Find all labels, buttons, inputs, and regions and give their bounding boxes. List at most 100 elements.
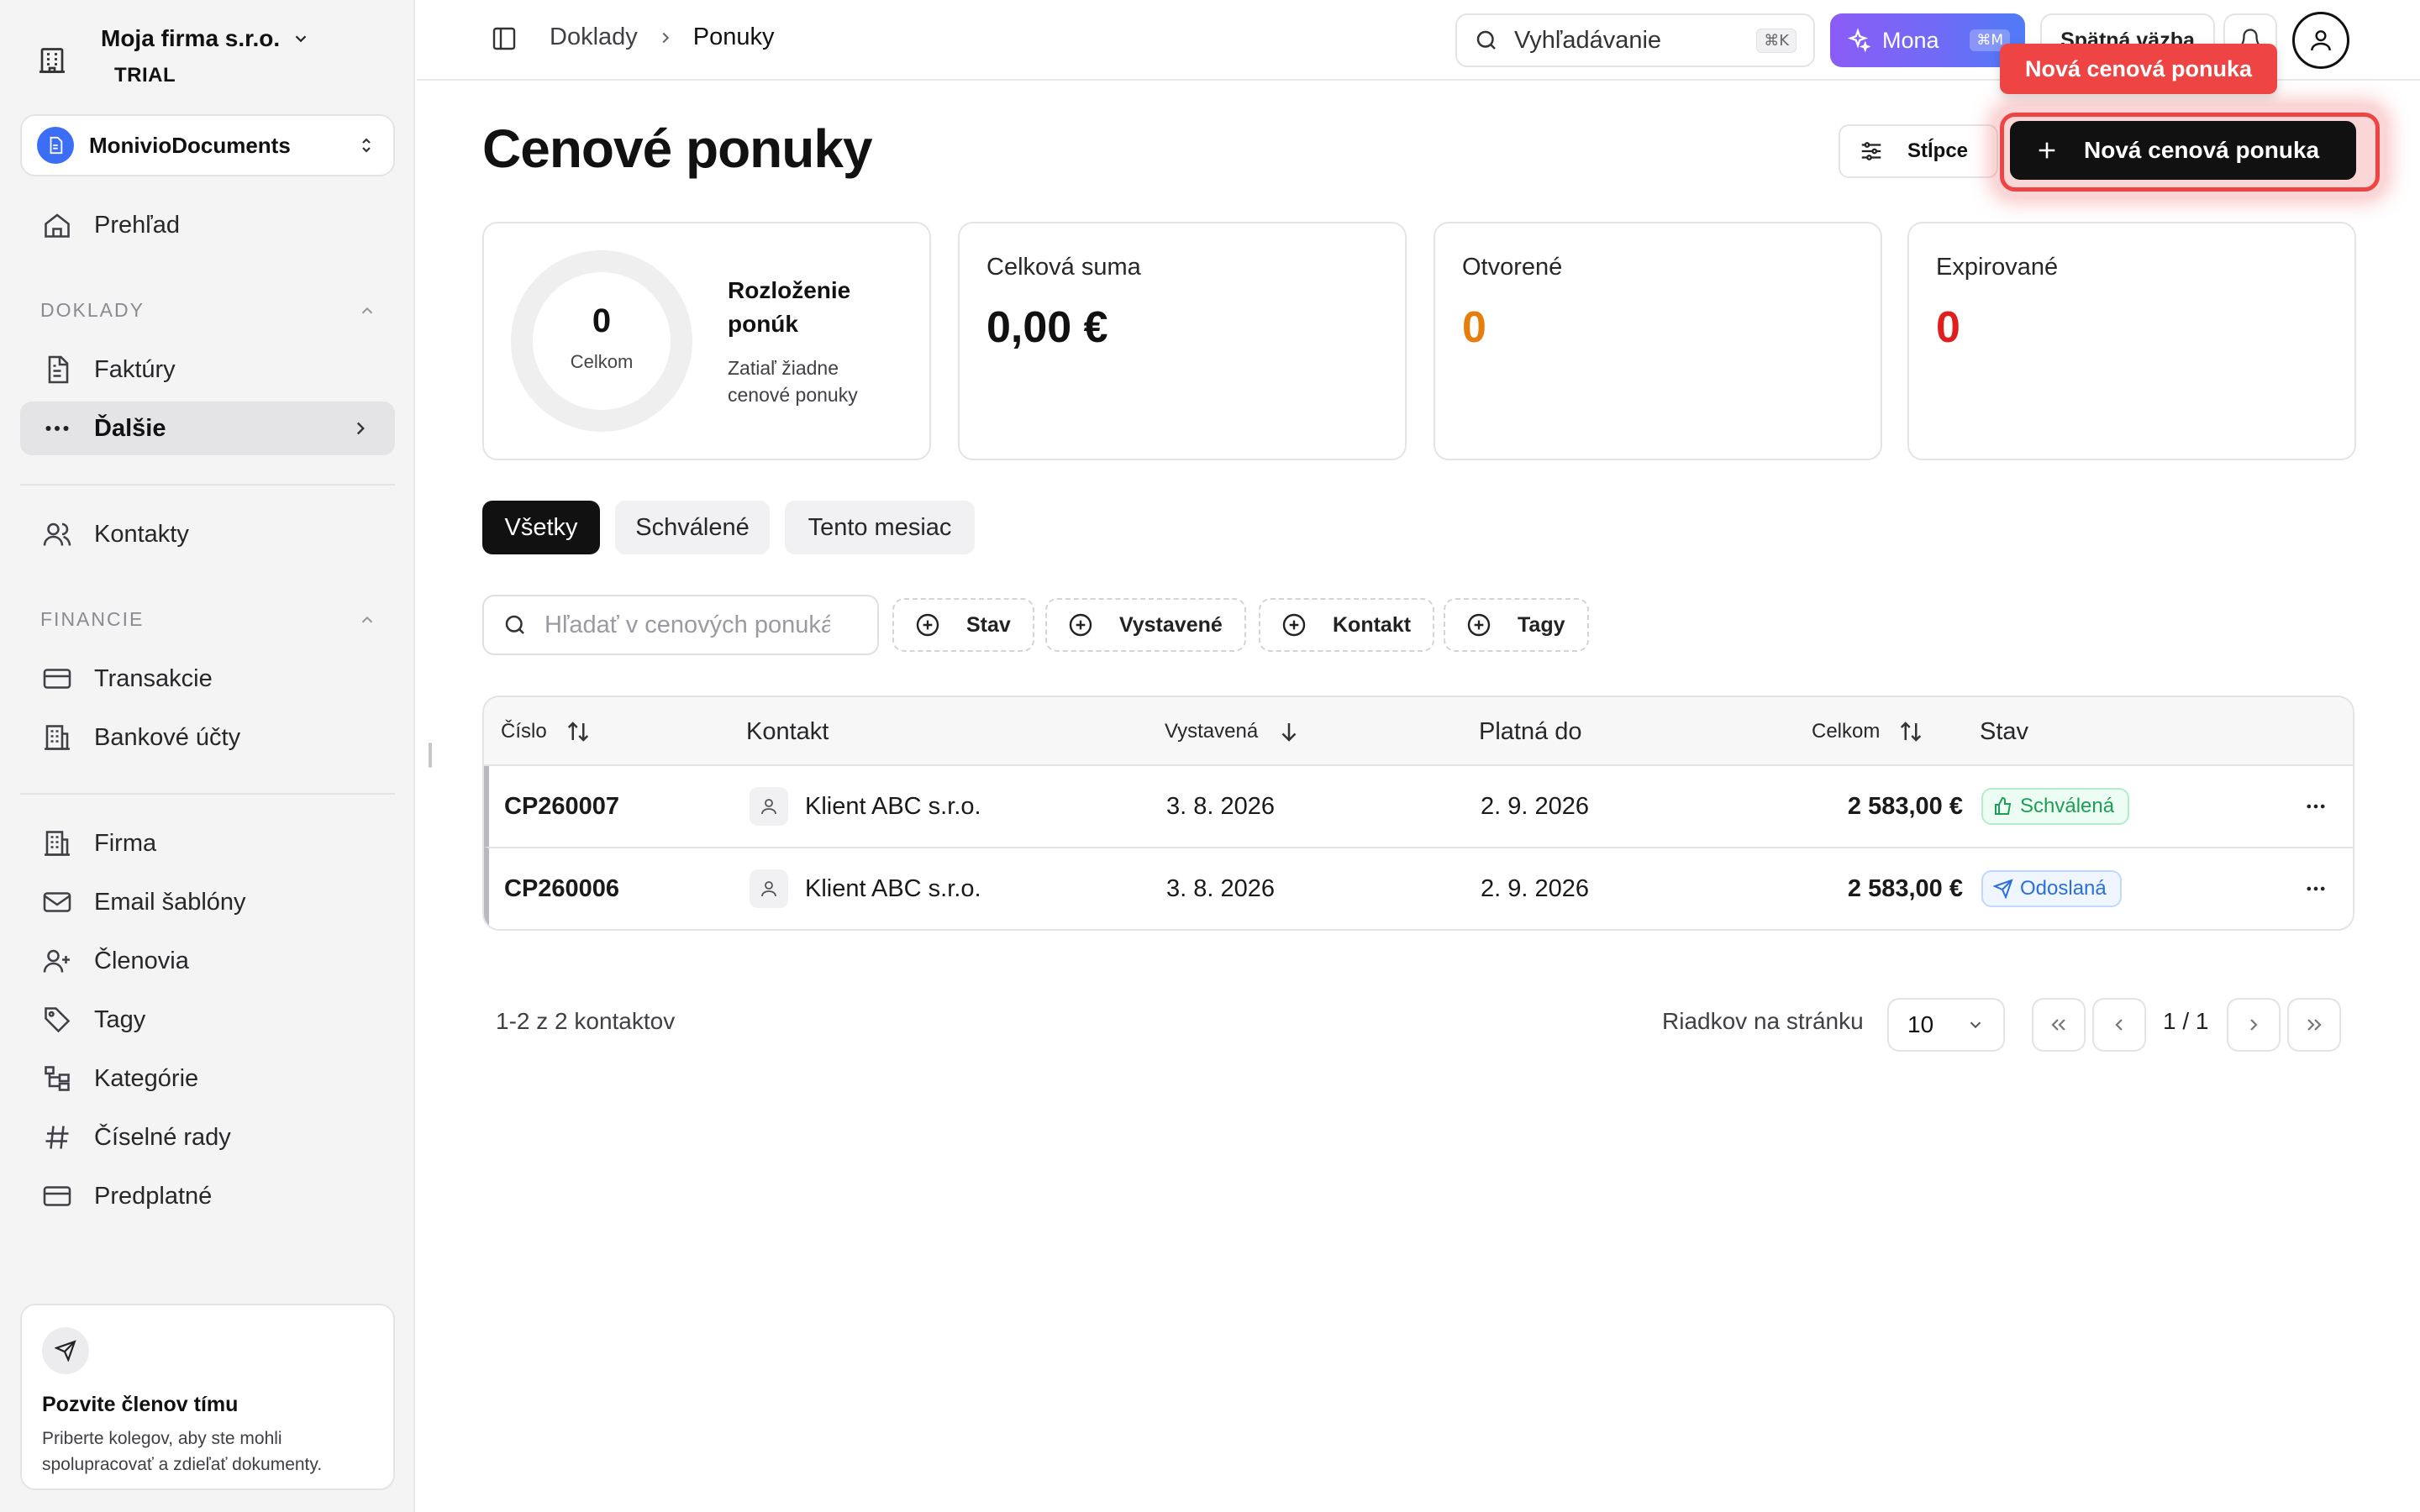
building-icon bbox=[40, 827, 74, 860]
column-header-issued[interactable]: Vystavená bbox=[1165, 697, 1302, 766]
quote-search-input[interactable] bbox=[544, 611, 830, 639]
sidebar-item-transactions[interactable]: Transakcie bbox=[20, 652, 395, 706]
users-icon bbox=[40, 517, 74, 551]
distribution-card: 0 Celkom Rozloženie ponúk Zatiaľ žiadne … bbox=[482, 222, 931, 460]
column-header-valid-until[interactable]: Platná do bbox=[1479, 697, 1582, 766]
section-financie[interactable]: FINANCIE bbox=[40, 608, 376, 631]
workspace-switcher[interactable]: MonivioDocuments bbox=[20, 114, 395, 176]
filter-chip-status[interactable]: Stav bbox=[892, 598, 1034, 652]
chevron-updown-icon bbox=[356, 135, 376, 155]
row-actions-icon[interactable] bbox=[2299, 790, 2333, 823]
tab-approved[interactable]: Schválené bbox=[615, 501, 770, 554]
sidebar-item-tags[interactable]: Tagy bbox=[20, 993, 395, 1047]
distribution-title: Rozloženie ponúk bbox=[728, 277, 851, 337]
breadcrumb-parent[interactable]: Doklady bbox=[550, 24, 638, 51]
sidebar-item-bank-accounts[interactable]: Bankové účty bbox=[20, 711, 395, 764]
filter-chip-label: Vystavené bbox=[1119, 612, 1223, 637]
tab-all[interactable]: Všetky bbox=[482, 501, 600, 554]
company-name: Moja firma s.r.o. bbox=[101, 25, 281, 51]
column-header-number[interactable]: Číslo bbox=[501, 697, 591, 766]
sidebar-item-subscription[interactable]: Predplatné bbox=[20, 1169, 395, 1223]
sidebar-item-more[interactable]: Ďalšie bbox=[20, 402, 395, 455]
page-indicator: 1 / 1 bbox=[2163, 1008, 2209, 1034]
chevron-left-icon bbox=[2109, 1015, 2129, 1035]
row-actions-icon[interactable] bbox=[2299, 872, 2333, 906]
sidebar-resize-handle[interactable] bbox=[429, 743, 432, 768]
table-row[interactable]: CP260007 Klient ABC s.r.o. 3. 8. 2026 2.… bbox=[484, 766, 2353, 847]
company-switcher[interactable]: Moja firma s.r.o. TRIAL bbox=[37, 20, 390, 97]
search-placeholder: Vyhľadávanie bbox=[1514, 26, 1662, 54]
hash-icon bbox=[40, 1121, 74, 1154]
tab-this-month[interactable]: Tento mesiac bbox=[785, 501, 975, 554]
next-page-button[interactable] bbox=[2227, 998, 2281, 1052]
sidebar-item-label: Kategórie bbox=[94, 1064, 199, 1092]
tooltip: Nová cenová ponuka bbox=[2000, 44, 2277, 94]
stat-value: 0 bbox=[1462, 303, 1486, 352]
previous-page-button[interactable] bbox=[2092, 998, 2146, 1052]
divider bbox=[20, 793, 395, 795]
new-quote-button[interactable]: Nová cenová ponuka bbox=[2010, 121, 2356, 180]
last-page-button[interactable] bbox=[2287, 998, 2341, 1052]
sidebar-item-label: Číselné rady bbox=[94, 1123, 231, 1151]
chevrons-left-icon bbox=[2049, 1015, 2069, 1035]
distribution-total: 0 bbox=[592, 302, 612, 339]
sidebar-item-label: Tagy bbox=[94, 1005, 146, 1033]
sidebar-item-label: Prehľad bbox=[94, 211, 180, 239]
invite-description: Priberte kolegov, aby ste mohli spolupra… bbox=[42, 1429, 323, 1474]
mona-label: Mona bbox=[1882, 27, 1939, 53]
plus-icon bbox=[2035, 139, 2059, 162]
sidebar-item-email-templates[interactable]: Email šablóny bbox=[20, 875, 395, 929]
first-page-button[interactable] bbox=[2032, 998, 2086, 1052]
sidebar-item-number-series[interactable]: Číselné rady bbox=[20, 1110, 395, 1164]
building-icon bbox=[37, 45, 67, 76]
sidebar-item-label: Firma bbox=[94, 829, 157, 857]
invite-title: Pozvite členov tímu bbox=[42, 1393, 239, 1416]
section-doklady[interactable]: DOKLADY bbox=[40, 299, 376, 322]
table-row[interactable]: CP260006 Klient ABC s.r.o. 3. 8. 2026 2.… bbox=[484, 847, 2353, 927]
filter-chip-tags[interactable]: Tagy bbox=[1444, 598, 1589, 652]
chevron-up-icon bbox=[358, 611, 376, 629]
stat-label: Celková suma bbox=[986, 254, 1141, 281]
distribution-empty-text: Zatiaľ žiadne cenové ponuky bbox=[728, 357, 858, 406]
user-avatar[interactable] bbox=[2292, 12, 2349, 69]
filter-chip-issued[interactable]: Vystavené bbox=[1045, 598, 1246, 652]
send-icon bbox=[1993, 879, 2013, 899]
chevron-down-icon bbox=[292, 29, 310, 48]
quote-search[interactable] bbox=[482, 595, 879, 655]
sidebar-item-firm[interactable]: Firma bbox=[20, 816, 395, 870]
distribution-donut: 0 Celkom bbox=[511, 250, 692, 432]
sidebar-item-overview[interactable]: Prehľad bbox=[20, 198, 395, 252]
plus-circle-icon bbox=[1281, 612, 1307, 638]
hierarchy-icon bbox=[40, 1062, 74, 1095]
breadcrumb-current: Ponuky bbox=[692, 24, 775, 50]
cell-total: 2 583,00 € bbox=[1847, 874, 1963, 902]
sidebar-item-label: Bankové účty bbox=[94, 723, 241, 751]
document-icon bbox=[37, 127, 74, 164]
sidebar: Moja firma s.r.o. TRIAL MonivioDocuments… bbox=[0, 0, 415, 1512]
user-icon bbox=[2307, 27, 2334, 54]
sidebar-item-invoices[interactable]: Faktúry bbox=[20, 343, 395, 396]
columns-button[interactable]: Stĺpce bbox=[1839, 124, 1998, 178]
sidebar-item-contacts[interactable]: Kontakty bbox=[20, 507, 395, 561]
rows-per-page-select[interactable]: 10 bbox=[1887, 998, 2005, 1052]
column-header-total[interactable]: Celkom bbox=[1812, 697, 1923, 766]
invite-card[interactable]: Pozvite členov tímu Priberte kolegov, ab… bbox=[20, 1304, 395, 1490]
column-header-contact[interactable]: Kontakt bbox=[746, 697, 829, 766]
shortcut-badge: ⌘K bbox=[1756, 28, 1797, 53]
status-label: Odoslaná bbox=[2020, 877, 2107, 900]
sidebar-toggle-icon[interactable] bbox=[491, 25, 521, 55]
sidebar-item-categories[interactable]: Kategórie bbox=[20, 1052, 395, 1105]
filter-chip-contact[interactable]: Kontakt bbox=[1259, 598, 1435, 652]
sidebar-item-members[interactable]: Členovia bbox=[20, 934, 395, 988]
page-title: Cenové ponuky bbox=[482, 118, 873, 179]
total-sum-card: Celková suma 0,00 € bbox=[958, 222, 1407, 460]
column-header-status[interactable]: Stav bbox=[1980, 697, 2028, 766]
chevron-right-icon bbox=[656, 29, 675, 47]
user-icon bbox=[750, 787, 788, 826]
cell-contact: Klient ABC s.r.o. bbox=[750, 848, 981, 929]
plan-badge: TRIAL bbox=[114, 64, 176, 87]
mona-ai-button[interactable]: Mona ⌘M bbox=[1830, 13, 2025, 67]
cell-number: CP260006 bbox=[504, 874, 620, 902]
global-search[interactable]: Vyhľadávanie ⌘K bbox=[1455, 13, 1815, 67]
sidebar-item-label: Členovia bbox=[94, 947, 189, 974]
